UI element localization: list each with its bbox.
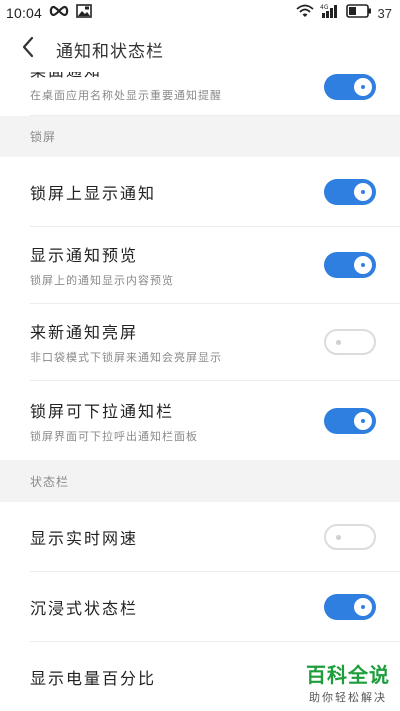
page-title: 通知和状态栏 — [56, 41, 164, 62]
setting-subtitle: 锁屏界面可下拉呼出通知栏面板 — [30, 429, 198, 443]
status-time: 10:04 — [6, 5, 43, 21]
setting-row-realtime-network-speed[interactable]: 显示实时网速 — [30, 502, 400, 572]
section-header-lockscreen: 锁屏 — [0, 116, 400, 157]
setting-title: 锁屏上显示通知 — [30, 183, 157, 203]
svg-text:4G: 4G — [320, 4, 329, 11]
back-button[interactable] — [0, 26, 56, 72]
image-notification-icon — [76, 4, 92, 22]
toggle-switch-on[interactable] — [324, 178, 376, 205]
setting-subtitle: 非口袋模式下锁屏来通知会亮屏显示 — [30, 351, 222, 364]
setting-title: 显示通知预览 — [30, 246, 139, 265]
setting-row-immersive-statusbar[interactable]: 沉浸式状态栏 — [30, 572, 400, 642]
toggle-switch-on[interactable] — [324, 407, 376, 434]
toggle-switch-on[interactable] — [324, 73, 376, 100]
section-header-statusbar: 状态栏 — [0, 460, 400, 502]
watermark-subtitle: 助你轻松解决 — [309, 691, 387, 704]
setting-row-lockscreen-pull-down[interactable]: 锁屏可下拉通知栏 锁屏界面可下拉呼出通知栏面板 — [30, 381, 400, 460]
setting-title: 沉浸式状态栏 — [30, 598, 139, 618]
setting-title: 显示实时网速 — [30, 528, 139, 548]
signal-4g-icon: 4G — [320, 3, 340, 23]
watermark-title: 百科全说 — [306, 663, 390, 687]
status-bar: 10:04 4G 37 — [0, 0, 400, 26]
wifi-icon — [295, 4, 314, 22]
setting-title: 锁屏可下拉通知栏 — [30, 401, 175, 421]
setting-title: 来新通知亮屏 — [30, 323, 139, 342]
battery-icon — [345, 4, 372, 22]
watermark-logo: 百科全说 助你轻松解决 — [306, 659, 390, 705]
setting-row-notification-preview[interactable]: 显示通知预览 锁屏上的通知显示内容预览 — [30, 227, 400, 304]
setting-row-show-notification-on-lockscreen[interactable]: 锁屏上显示通知 — [30, 157, 400, 227]
toggle-switch-on[interactable] — [324, 252, 376, 278]
battery-percentage: 37 — [377, 5, 392, 21]
infinity-icon — [48, 5, 70, 21]
setting-title: 桌面通知 — [30, 72, 324, 81]
setting-row-wake-screen-on-notification[interactable]: 来新通知亮屏 非口袋模式下锁屏来通知会亮屏显示 — [30, 304, 400, 381]
setting-subtitle: 锁屏上的通知显示内容预览 — [30, 274, 174, 287]
toggle-switch-off[interactable] — [324, 523, 376, 550]
toggle-switch-on[interactable] — [324, 593, 376, 620]
setting-subtitle: 在桌面应用名称处显示重要通知提醒 — [30, 88, 222, 102]
title-bar: 通知和状态栏 — [0, 26, 400, 72]
settings-list[interactable]: 桌面通知 在桌面应用名称处显示重要通知提醒 锁屏 锁屏上显示通知 显示通知预览 … — [0, 72, 400, 711]
setting-row-desktop-notification[interactable]: 桌面通知 在桌面应用名称处显示重要通知提醒 — [30, 72, 400, 116]
chevron-left-icon — [21, 36, 35, 62]
toggle-switch-off[interactable] — [324, 329, 376, 355]
